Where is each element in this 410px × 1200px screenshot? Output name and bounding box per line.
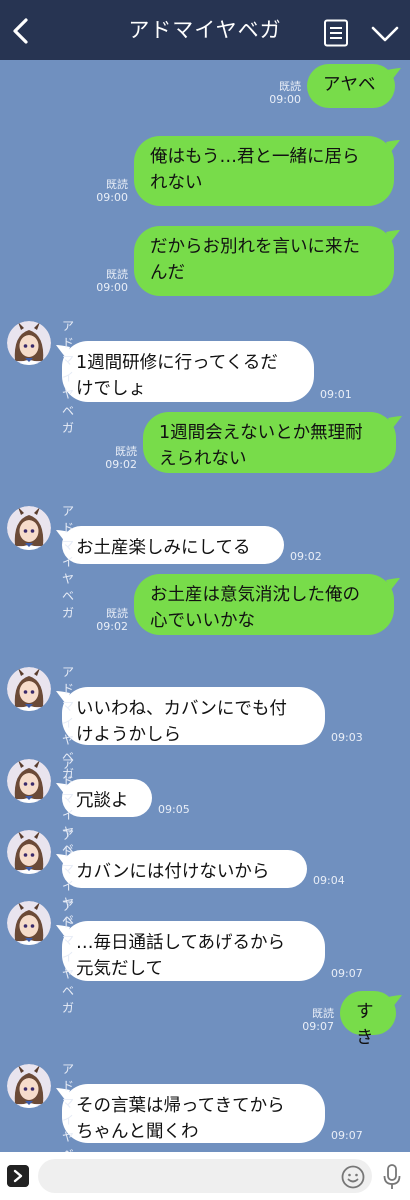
menu-list-icon[interactable] <box>323 19 349 47</box>
message-meta: 09:05 <box>158 803 190 816</box>
bubble-tail <box>388 995 402 1008</box>
message-bubble[interactable]: 1週間会えないとか無理耐 えられない <box>143 412 396 473</box>
message-time: 09:07 <box>331 1129 363 1142</box>
message-time: 09:03 <box>331 731 363 744</box>
message-bubble[interactable]: アヤベ <box>307 64 395 108</box>
bubble-tail <box>386 140 400 153</box>
message-time: 09:07 <box>302 1020 334 1033</box>
message-time: 09:02 <box>290 550 322 563</box>
chevron-down-icon[interactable] <box>370 24 400 44</box>
message-meta: 09:02 <box>290 550 322 563</box>
message-meta: 既読 09:07 <box>294 1007 334 1033</box>
avatar[interactable] <box>7 830 51 874</box>
message-time: 09:00 <box>96 281 128 294</box>
bubble-tail <box>386 230 400 243</box>
message-meta: 09:03 <box>331 731 363 744</box>
avatar[interactable] <box>7 901 51 945</box>
message-meta: 既読 09:02 <box>97 445 137 471</box>
message-bubble[interactable]: だからお別れを言いに来た んだ <box>134 226 394 296</box>
message-time: 09:02 <box>96 620 128 633</box>
message-bubble[interactable]: 1週間研修に行ってくるだ けでしょ <box>62 341 314 402</box>
message-meta: 09:04 <box>313 874 345 887</box>
message-meta: 既読 09:02 <box>88 607 128 633</box>
message-meta: 既読 09:00 <box>88 268 128 294</box>
sender-name: アドマイヤベガ <box>62 504 75 620</box>
message-bubble[interactable]: お土産楽しみにしてる <box>62 526 284 564</box>
avatar[interactable] <box>7 759 51 803</box>
read-label: 既読 <box>279 80 301 93</box>
avatar[interactable] <box>7 321 51 365</box>
message-input-bar <box>0 1152 410 1200</box>
avatar[interactable] <box>7 506 51 550</box>
avatar[interactable] <box>7 1064 51 1108</box>
message-bubble[interactable]: …毎日通話してあげるから 元気だして <box>62 921 325 981</box>
read-label: 既読 <box>312 1007 334 1020</box>
sender-name: アドマイヤベガ <box>62 319 75 435</box>
message-input[interactable] <box>38 1159 372 1193</box>
message-time: 09:05 <box>158 803 190 816</box>
bubble-tail <box>388 416 402 429</box>
message-meta: 09:07 <box>331 967 363 980</box>
message-time: 09:04 <box>313 874 345 887</box>
chat-header: アドマイヤベガ <box>0 0 410 60</box>
message-meta: 既読 09:00 <box>88 178 128 204</box>
message-meta: 09:07 <box>331 1129 363 1142</box>
message-time: 09:00 <box>96 191 128 204</box>
read-label: 既読 <box>106 268 128 281</box>
expand-icon[interactable] <box>7 1165 29 1187</box>
microphone-icon[interactable] <box>381 1163 403 1191</box>
message-bubble[interactable]: 俺はもう…君と一緒に居ら れない <box>134 136 394 206</box>
message-meta: 09:01 <box>320 388 352 401</box>
read-label: 既読 <box>115 445 137 458</box>
message-time: 09:02 <box>105 458 137 471</box>
message-bubble[interactable]: 冗談よ <box>62 779 152 817</box>
message-bubble[interactable]: お土産は意気消沈した俺の 心でいいかな <box>134 574 394 635</box>
avatar[interactable] <box>7 667 51 711</box>
message-bubble[interactable]: いいわね、カバンにでも付 けようかしら <box>62 687 325 745</box>
message-time: 09:01 <box>320 388 352 401</box>
message-bubble[interactable]: カバンには付けないから <box>62 850 307 888</box>
message-bubble[interactable]: その言葉は帰ってきてから ちゃんと聞くわ <box>62 1084 325 1143</box>
emoji-icon[interactable] <box>341 1165 365 1189</box>
read-label: 既読 <box>106 607 128 620</box>
sender-name: アドマイヤベガ <box>62 899 75 1015</box>
message-time: 09:00 <box>269 93 301 106</box>
bubble-tail <box>387 68 401 81</box>
bubble-tail <box>386 578 400 591</box>
message-meta: 既読 09:00 <box>261 80 301 106</box>
message-time: 09:07 <box>331 967 363 980</box>
read-label: 既読 <box>106 178 128 191</box>
